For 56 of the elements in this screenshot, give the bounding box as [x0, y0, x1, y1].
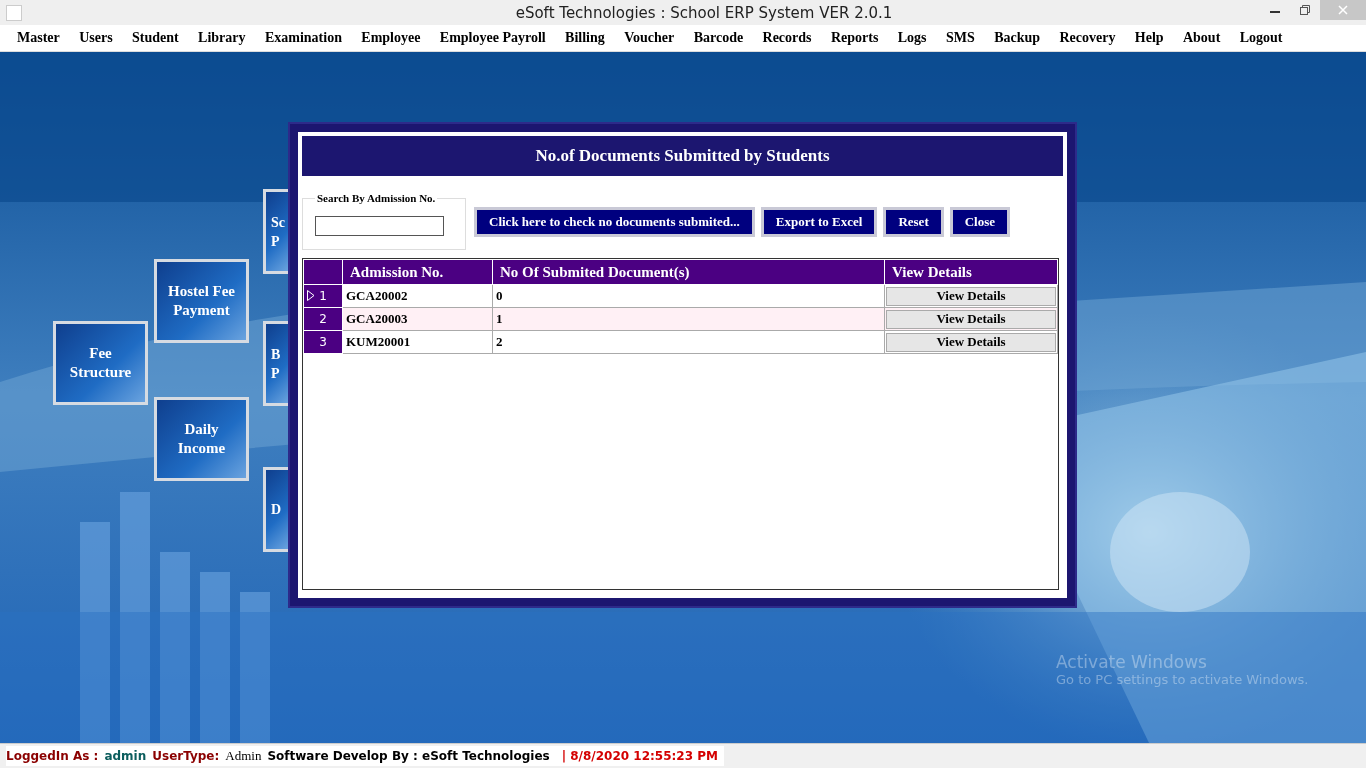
row-header[interactable]: 2 [303, 307, 343, 331]
status-label: LoggedIn As : [6, 749, 99, 763]
menu-tile[interactable]: Hostel Fee Payment [154, 259, 249, 343]
menu-item[interactable]: About [1174, 30, 1229, 46]
action-button[interactable]: Export to Excel [760, 207, 878, 237]
menu-item[interactable]: Logs [889, 30, 935, 46]
status-label: UserType: [152, 749, 220, 763]
menu-tile[interactable]: D [263, 467, 288, 552]
search-label: Search By Admission No. [316, 192, 437, 204]
column-header: View Details [884, 259, 1058, 285]
menu-item[interactable]: Master [9, 30, 68, 46]
menu-item[interactable]: Records [754, 30, 820, 46]
menu-item[interactable]: SMS [937, 30, 983, 46]
menu-item[interactable]: Billing [557, 30, 613, 46]
view-details-button[interactable]: View Details [886, 309, 1056, 329]
credit-text: Software Develop By : eSoft Technologies [267, 749, 550, 763]
menu-item[interactable]: Users [71, 30, 121, 46]
menu-tile[interactable]: B P [263, 321, 288, 406]
row-header[interactable]: 3 [303, 330, 343, 354]
window-title: eSoft Technologies : School ERP System VER 2.0.1 [514, 3, 894, 22]
menu-item[interactable]: Library [190, 30, 254, 46]
menu-item[interactable]: Examination [256, 30, 350, 46]
menu-item[interactable]: Recovery [1051, 30, 1124, 46]
row-header-corner [303, 259, 343, 285]
dialog-title: No.of Documents Submitted by Students [302, 136, 1063, 176]
menu-item[interactable]: Reports [822, 30, 887, 46]
column-header: Admission No. [342, 259, 493, 285]
action-button[interactable]: Click here to check no documents submited... [474, 207, 755, 237]
action-button[interactable]: Reset [883, 207, 944, 237]
action-button[interactable]: Close [949, 207, 1011, 237]
row-header[interactable]: 1 [303, 284, 343, 308]
app-icon [6, 4, 22, 21]
menu-tile[interactable]: Sc P [263, 189, 288, 274]
table-cell: GCA20002 [342, 284, 493, 308]
table-cell: 0 [492, 284, 885, 308]
menu-item[interactable]: Logout [1231, 30, 1291, 46]
table-cell: 1 [492, 307, 885, 331]
menu-item[interactable]: Barcode [685, 30, 752, 46]
menu-item[interactable]: Voucher [616, 30, 683, 46]
menu-tile[interactable]: Fee Structure [53, 321, 148, 405]
table-cell: 2 [492, 330, 885, 354]
menu-tile[interactable]: Daily Income [154, 397, 249, 481]
table-cell: GCA20003 [342, 307, 493, 331]
view-details-button[interactable]: View Details [886, 332, 1056, 352]
date-time: | 8/8/2020 12:55:23 PM [561, 749, 718, 763]
search-field[interactable] [315, 216, 444, 236]
view-details-button[interactable]: View Details [886, 286, 1056, 306]
menu-item[interactable]: Backup [986, 30, 1049, 46]
status-value: admin [104, 749, 147, 763]
menu-item[interactable]: Student [124, 30, 187, 46]
menu-item[interactable]: Employee [353, 30, 429, 46]
menu-item[interactable]: Help [1126, 30, 1172, 46]
column-header: No Of Submited Document(s) [492, 259, 885, 285]
table-cell: KUM20001 [342, 330, 493, 354]
status-value: Admin [225, 748, 262, 764]
menu-item[interactable]: Employee Payroll [431, 30, 554, 46]
